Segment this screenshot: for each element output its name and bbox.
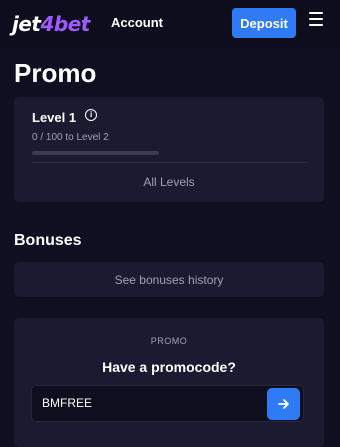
promo-card: PROMO Have a promocode? BMFREE: [14, 318, 324, 447]
promocode-input[interactable]: BMFREE: [31, 385, 304, 422]
level-title-row: Level 1 i: [32, 108, 98, 125]
divider: [32, 162, 308, 163]
level-progress-bar: [32, 151, 159, 155]
level-progress-text: 0 / 100 to Level 2: [32, 132, 109, 143]
promocode-submit-button[interactable]: [267, 388, 300, 420]
bonuses-heading: Bonuses: [14, 232, 82, 249]
deposit-button[interactable]: Deposit: [232, 8, 296, 38]
hamburger-icon[interactable]: [309, 12, 323, 26]
promo-label: PROMO: [150, 336, 188, 346]
logo-text-part1: jet: [12, 12, 41, 36]
bonuses-history-button[interactable]: See bonuses history: [14, 262, 324, 297]
promocode-value[interactable]: BMFREE: [42, 386, 92, 421]
bonuses-history-label: See bonuses history: [114, 272, 224, 287]
brand-logo[interactable]: jet4bet: [12, 10, 90, 38]
page-title: Promo: [14, 58, 97, 88]
level-title: Level 1: [32, 110, 77, 125]
top-bar: jet4bet Account Deposit: [0, 0, 340, 48]
all-levels-link[interactable]: All Levels: [14, 175, 324, 189]
level-card: Level 1 i 0 / 100 to Level 2 All Levels: [14, 97, 324, 202]
account-link[interactable]: Account: [111, 15, 163, 30]
info-icon[interactable]: i: [85, 108, 98, 121]
arrow-right-icon: [277, 399, 289, 409]
promo-question: Have a promocode?: [102, 359, 236, 375]
logo-text-part2: 4bet: [40, 12, 90, 36]
